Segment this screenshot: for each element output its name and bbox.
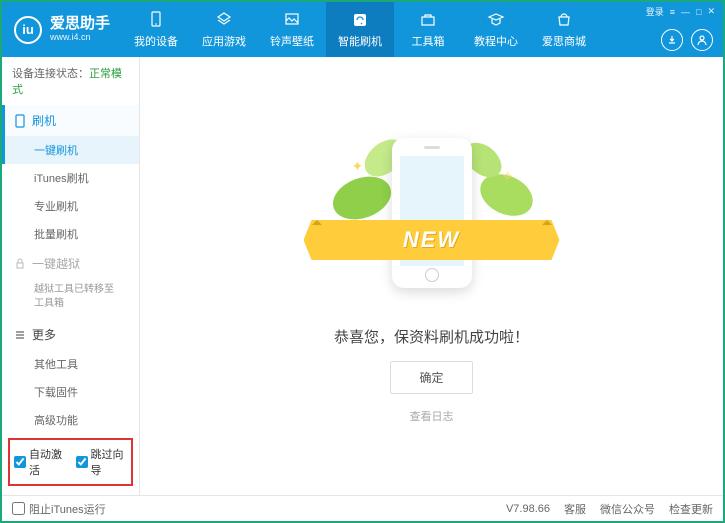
lock-icon	[14, 258, 26, 270]
nav-my-device[interactable]: 我的设备	[122, 2, 190, 57]
jailbreak-note: 越狱工具已转移至 工具箱	[2, 279, 139, 319]
tutorial-icon	[486, 10, 506, 30]
options-box: 自动激活 跳过向导	[8, 438, 133, 486]
sidebar-section-jailbreak: 一键越狱	[2, 248, 139, 279]
nav-apps[interactable]: 应用游戏	[190, 2, 258, 57]
flash-icon	[350, 10, 370, 30]
download-icon[interactable]	[661, 29, 683, 51]
view-log-link[interactable]: 查看日志	[410, 408, 454, 424]
store-icon	[554, 10, 574, 30]
check-update-link[interactable]: 检查更新	[669, 501, 713, 517]
sidebar-item-other[interactable]: 其他工具	[2, 350, 139, 378]
phone-icon	[14, 114, 26, 128]
maximize-icon[interactable]: □	[696, 7, 701, 17]
titlebar: iu 爱思助手 www.i4.cn 我的设备 应用游戏 铃声壁纸 智能刷机 工具…	[2, 2, 723, 57]
nav-tutorial[interactable]: 教程中心	[462, 2, 530, 57]
sidebar-section-flash[interactable]: 刷机	[2, 105, 139, 136]
skip-guide-checkbox[interactable]: 跳过向导	[76, 446, 128, 478]
sidebar-item-batch[interactable]: 批量刷机	[2, 220, 139, 248]
menu-icon[interactable]: ≡	[670, 7, 675, 17]
login-link[interactable]: 登录	[646, 5, 664, 18]
sparkle-icon: ✦	[352, 158, 364, 175]
logo: iu 爱思助手 www.i4.cn	[2, 16, 122, 44]
support-link[interactable]: 客服	[564, 501, 586, 517]
nav-ringtone[interactable]: 铃声壁纸	[258, 2, 326, 57]
apps-icon	[214, 10, 234, 30]
block-itunes-checkbox[interactable]: 阻止iTunes运行	[12, 501, 106, 517]
sparkle-icon: ✧	[502, 168, 514, 185]
sidebar-item-itunes[interactable]: iTunes刷机	[2, 164, 139, 192]
success-message: 恭喜您，保资料刷机成功啦！	[334, 326, 529, 347]
connection-status: 设备连接状态：正常模式	[2, 57, 139, 105]
sidebar-item-advanced[interactable]: 高级功能	[2, 406, 139, 434]
logo-icon: iu	[14, 16, 42, 44]
main-nav: 我的设备 应用游戏 铃声壁纸 智能刷机 工具箱 教程中心 爱思商城	[122, 2, 598, 57]
main-content: ✦ ✧ NEW 恭喜您，保资料刷机成功啦！ 确定 查看日志	[140, 57, 723, 495]
ok-button[interactable]: 确定	[390, 361, 472, 394]
version-label: V7.98.66	[506, 503, 550, 515]
nav-flash[interactable]: 智能刷机	[326, 2, 394, 57]
sidebar-item-pro[interactable]: 专业刷机	[2, 192, 139, 220]
user-icon[interactable]	[691, 29, 713, 51]
app-url: www.i4.cn	[50, 33, 110, 43]
device-icon	[146, 10, 166, 30]
statusbar: 阻止iTunes运行 V7.98.66 客服 微信公众号 检查更新	[2, 495, 723, 521]
phone-graphic	[392, 138, 472, 288]
sidebar-section-more[interactable]: 更多	[2, 319, 139, 350]
app-window: iu 爱思助手 www.i4.cn 我的设备 应用游戏 铃声壁纸 智能刷机 工具…	[0, 0, 725, 523]
sidebar-item-oneclick[interactable]: 一键刷机	[2, 136, 139, 164]
wallpaper-icon	[282, 10, 302, 30]
minimize-icon[interactable]: —	[681, 7, 690, 17]
nav-store[interactable]: 爱思商城	[530, 2, 598, 57]
close-icon[interactable]: ✕	[707, 6, 715, 17]
sidebar-item-firmware[interactable]: 下载固件	[2, 378, 139, 406]
more-icon	[14, 329, 26, 341]
titlebar-controls: 登录 ≡ — □ ✕	[646, 5, 715, 18]
sidebar: 设备连接状态：正常模式 刷机 一键刷机 iTunes刷机 专业刷机 批量刷机 一…	[2, 57, 140, 495]
app-title: 爱思助手	[50, 16, 110, 33]
wechat-link[interactable]: 微信公众号	[600, 501, 655, 517]
toolbox-icon	[418, 10, 438, 30]
auto-activate-checkbox[interactable]: 自动激活	[14, 446, 66, 478]
nav-toolbox[interactable]: 工具箱	[394, 2, 462, 57]
new-ribbon: NEW	[304, 220, 560, 260]
success-illustration: ✦ ✧ NEW	[322, 128, 542, 308]
